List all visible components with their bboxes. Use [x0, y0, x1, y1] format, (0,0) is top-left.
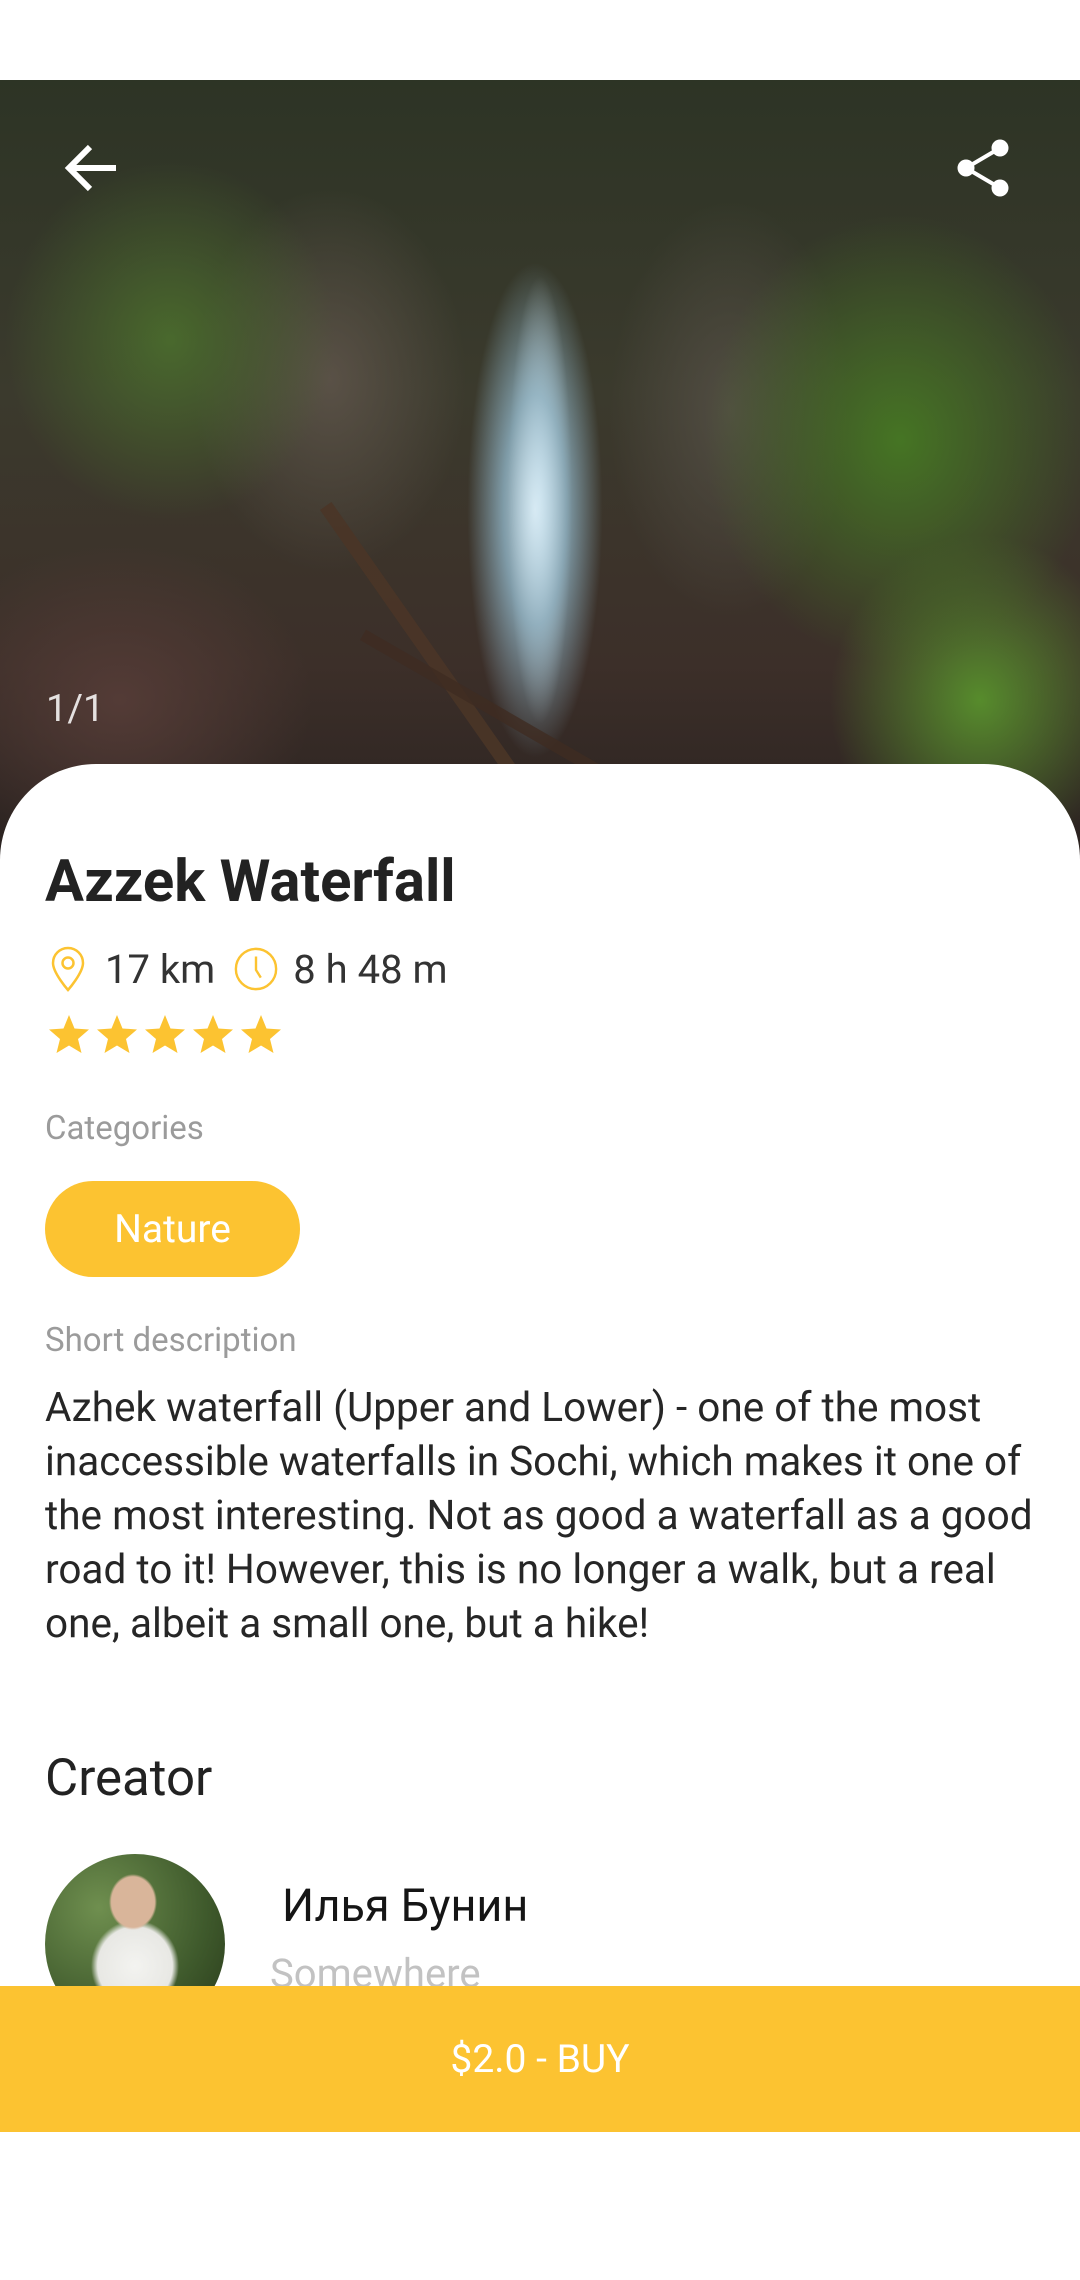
image-counter: 1/1	[46, 687, 105, 731]
share-icon	[957, 139, 1009, 197]
buy-button[interactable]: $2.0 - BUY	[0, 1986, 1080, 2132]
creator-heading: Creator	[45, 1749, 213, 1808]
star-icon	[145, 1015, 185, 1053]
categories-label: Categories	[45, 1109, 204, 1148]
star-icon	[97, 1015, 137, 1053]
distance-value: 17 km	[105, 945, 216, 993]
category-chip-nature[interactable]: Nature	[45, 1181, 300, 1277]
rating-stars	[45, 1010, 285, 1058]
creator-location: Somewhere	[270, 1950, 481, 1986]
star-icon	[49, 1015, 89, 1053]
hero-image: 1/1	[0, 80, 1080, 860]
duration-value: 8 h 48 m	[293, 945, 448, 993]
star-icon	[241, 1015, 281, 1053]
share-button[interactable]	[936, 120, 1032, 216]
place-title: Azzek Waterfall	[45, 848, 456, 916]
description-label: Short description	[45, 1321, 297, 1360]
status-bar	[0, 0, 1080, 80]
details-sheet: Azzek Waterfall 17 km 8 h 48 m Categorie…	[0, 764, 1080, 1986]
description-text: Azhek waterfall (Upper and Lower) - one …	[45, 1383, 1033, 1647]
location-pin-icon	[45, 944, 91, 994]
arrow-left-icon	[64, 144, 116, 192]
place-meta: 17 km 8 h 48 m	[45, 939, 448, 999]
creator-name[interactable]: Илья Бунин	[282, 1879, 528, 1932]
creator-avatar[interactable]	[45, 1854, 225, 1986]
hero-log	[320, 501, 538, 805]
clock-icon	[233, 944, 279, 994]
star-icon	[193, 1015, 233, 1053]
back-button[interactable]	[44, 120, 140, 216]
